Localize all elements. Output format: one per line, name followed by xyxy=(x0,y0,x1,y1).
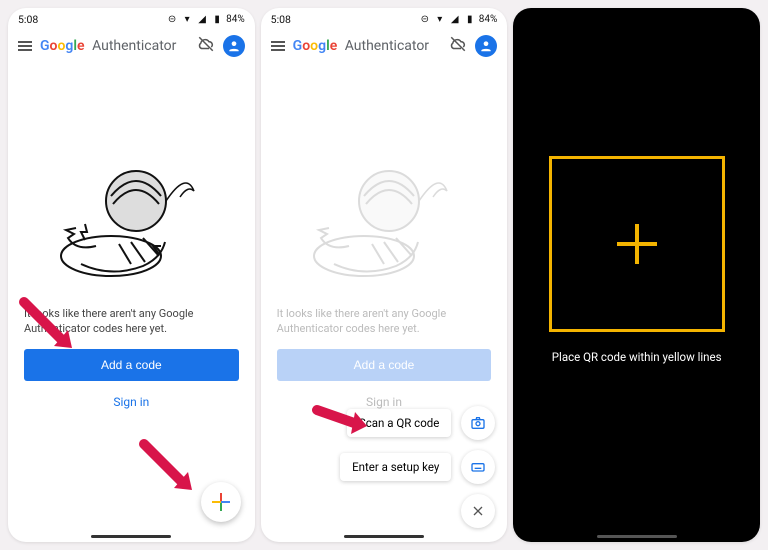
screenshot-3-qr-scanner: Place QR code within yellow lines xyxy=(513,8,760,542)
add-code-button: Add a code xyxy=(277,349,492,381)
nav-pill[interactable] xyxy=(91,535,171,538)
status-icons: ⊝ ▾ ◢ ▮ 84% xyxy=(166,13,245,25)
status-bar: 5:08 ⊝ ▾ ◢ ▮ 84% xyxy=(8,8,255,26)
app-name-label: Authenticator xyxy=(92,38,176,54)
empty-state-text: It looks like there aren't any Google Au… xyxy=(24,306,239,337)
app-bar: Google Authenticator xyxy=(8,26,255,66)
plus-reticle-icon xyxy=(617,224,657,264)
screenshot-1-empty-state: 5:08 ⊝ ▾ ◢ ▮ 84% Google Authenticator xyxy=(8,8,255,542)
app-title: Google Authenticator xyxy=(40,38,176,54)
qr-scanner-view[interactable]: Place QR code within yellow lines xyxy=(513,8,760,542)
dnd-icon: ⊝ xyxy=(166,13,178,25)
sign-in-link[interactable]: Sign in xyxy=(113,395,149,409)
keyboard-icon[interactable] xyxy=(461,450,495,484)
close-fab-button[interactable] xyxy=(461,494,495,528)
screenshot-2-fab-expanded: 5:08 ⊝ ▾ ◢ ▮ 84% Google Authenticator xyxy=(261,8,508,542)
wifi-icon: ▾ xyxy=(434,13,446,25)
qr-instruction-text: Place QR code within yellow lines xyxy=(552,350,722,364)
battery-icon: ▮ xyxy=(211,13,223,25)
enter-key-option[interactable]: Enter a setup key xyxy=(340,453,451,481)
wifi-icon: ▾ xyxy=(181,13,193,25)
status-time: 5:08 xyxy=(271,13,291,26)
signal-icon: ◢ xyxy=(196,13,208,25)
cat-yarn-illustration xyxy=(294,146,474,286)
battery-percent: 84% xyxy=(479,14,498,25)
empty-state: It looks like there aren't any Google Au… xyxy=(8,66,255,542)
status-bar: 5:08 ⊝ ▾ ◢ ▮ 84% xyxy=(261,8,508,26)
cloud-off-icon[interactable] xyxy=(449,35,467,57)
account-avatar[interactable] xyxy=(475,35,497,57)
fab-speed-dial: Scan a QR code Enter a setup key xyxy=(340,406,495,528)
battery-icon: ▮ xyxy=(464,13,476,25)
empty-state-text: It looks like there aren't any Google Au… xyxy=(277,306,492,337)
camera-icon[interactable] xyxy=(461,406,495,440)
qr-scan-frame xyxy=(549,156,725,332)
account-avatar[interactable] xyxy=(223,35,245,57)
cat-yarn-illustration xyxy=(41,146,221,286)
nav-pill[interactable] xyxy=(597,535,677,538)
battery-percent: 84% xyxy=(226,14,245,25)
app-name-label: Authenticator xyxy=(345,38,429,54)
status-time: 5:08 xyxy=(18,13,38,26)
nav-pill[interactable] xyxy=(344,535,424,538)
app-bar: Google Authenticator xyxy=(261,26,508,66)
cloud-off-icon[interactable] xyxy=(197,35,215,57)
status-icons: ⊝ ▾ ◢ ▮ 84% xyxy=(419,13,498,25)
signal-icon: ◢ xyxy=(449,13,461,25)
add-code-button[interactable]: Add a code xyxy=(24,349,239,381)
dnd-icon: ⊝ xyxy=(419,13,431,25)
scan-qr-option[interactable]: Scan a QR code xyxy=(347,409,451,437)
menu-icon[interactable] xyxy=(271,41,285,51)
menu-icon[interactable] xyxy=(18,41,32,51)
add-fab[interactable] xyxy=(201,482,241,522)
plus-icon xyxy=(212,493,230,511)
app-title: Google Authenticator xyxy=(293,38,429,54)
